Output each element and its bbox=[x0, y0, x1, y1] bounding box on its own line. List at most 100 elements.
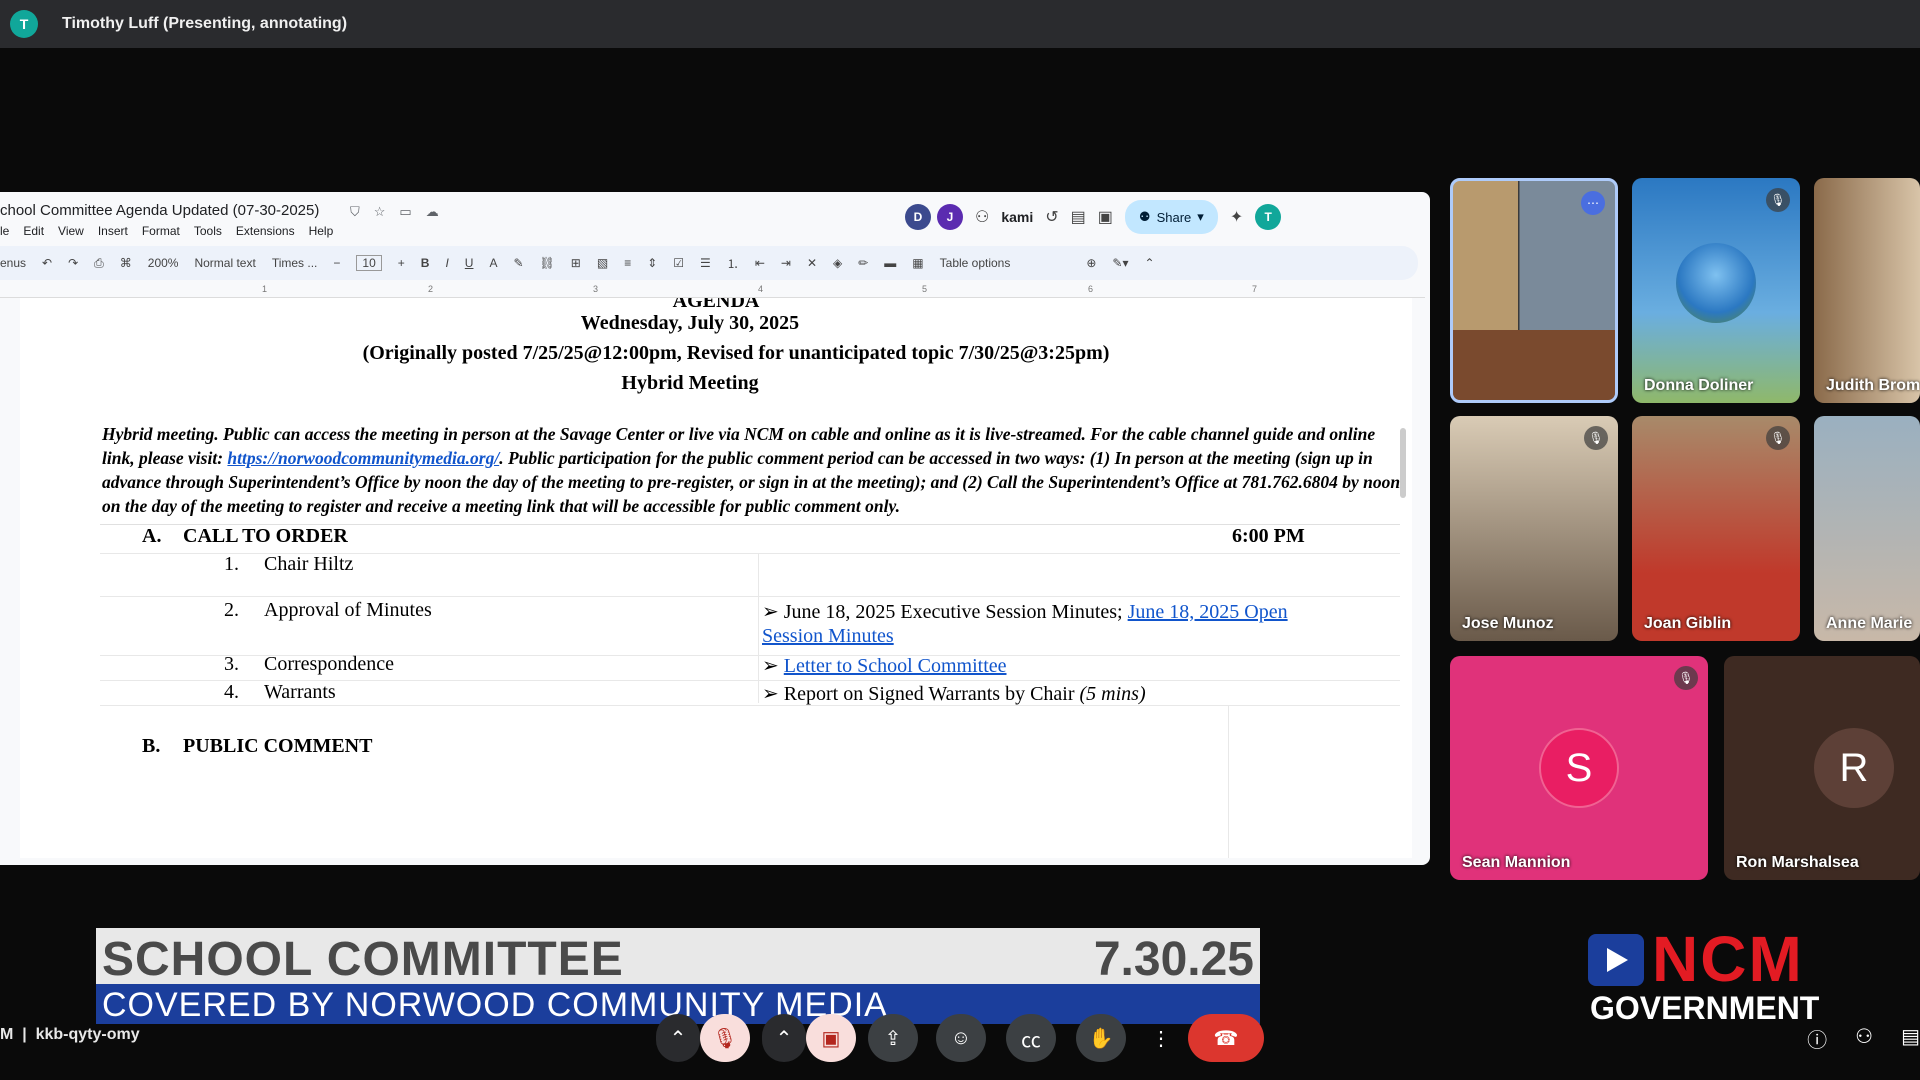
align-icon[interactable]: ≡ bbox=[624, 256, 631, 270]
video-icon[interactable]: ▣ bbox=[1098, 207, 1113, 227]
camera-off-button[interactable]: ▣ bbox=[806, 1014, 856, 1062]
underline-icon[interactable]: U bbox=[465, 256, 474, 270]
bullet-list-icon[interactable]: ☰ bbox=[700, 256, 711, 270]
emoji-button[interactable]: ☺ bbox=[936, 1014, 986, 1062]
present-button[interactable]: ⇪ bbox=[868, 1014, 918, 1062]
participant-tile-ron[interactable]: R Ron Marshalsea bbox=[1724, 656, 1920, 880]
letter-link[interactable]: Letter to School Committee bbox=[784, 655, 1007, 677]
menu-tools[interactable]: Tools bbox=[194, 224, 222, 238]
mic-options-chevron-icon[interactable]: ⌃ bbox=[656, 1014, 700, 1062]
meeting-type: Hybrid Meeting bbox=[621, 372, 759, 394]
participant-tile-room[interactable]: ⋯ bbox=[1450, 178, 1618, 403]
share-button[interactable]: ⚉ Share ▾ bbox=[1124, 200, 1218, 234]
share-label: Share bbox=[1156, 209, 1192, 225]
style-select[interactable]: Normal text bbox=[194, 256, 255, 270]
title-icons: ⛉ ☆ ▭ ☁ bbox=[350, 204, 439, 220]
highlight-icon[interactable]: ✎ bbox=[513, 256, 523, 270]
menu-file[interactable]: le bbox=[0, 224, 9, 238]
end-call-button[interactable]: ☎ bbox=[1188, 1014, 1264, 1062]
participant-tile-joan[interactable]: 🎙 Joan Giblin bbox=[1632, 416, 1800, 641]
participant-tile-donna[interactable]: 🎙 Donna Doliner bbox=[1632, 178, 1800, 403]
participant-tile-jose[interactable]: 🎙 Jose Munoz bbox=[1450, 416, 1618, 641]
gemini-icon[interactable]: ✦ bbox=[1230, 207, 1243, 227]
ruler-tick: 4 bbox=[758, 284, 764, 294]
captions-button[interactable]: ㏄ bbox=[1006, 1014, 1056, 1062]
participant-name: Donna Doliner bbox=[1644, 377, 1754, 394]
mic-off-icon: 🎙 bbox=[1766, 188, 1790, 212]
print-icon[interactable]: ⎙ bbox=[94, 256, 104, 271]
fill-color-icon[interactable]: ◈ bbox=[833, 256, 842, 270]
open-session-link[interactable]: June 18, 2025 Open bbox=[1128, 601, 1288, 623]
indent-increase-icon[interactable]: ⇥ bbox=[781, 256, 791, 270]
document-title[interactable]: chool Committee Agenda Updated (07-30-20… bbox=[0, 202, 319, 219]
people-icon[interactable]: ⚇ bbox=[975, 207, 989, 227]
font-select[interactable]: Times ... bbox=[272, 256, 318, 270]
menu-edit[interactable]: Edit bbox=[23, 224, 44, 238]
history-icon[interactable]: ↺ bbox=[1045, 207, 1058, 227]
item-label: Warrants bbox=[264, 681, 336, 703]
camera-options-chevron-icon[interactable]: ⌃ bbox=[762, 1014, 806, 1062]
raise-hand-button[interactable]: ✋ bbox=[1076, 1014, 1126, 1062]
bold-icon[interactable]: B bbox=[421, 256, 430, 270]
menu-extensions[interactable]: Extensions bbox=[236, 224, 295, 238]
participant-name: Sean Mannion bbox=[1462, 854, 1571, 871]
ncm-link[interactable]: https://norwoodcommunitymedia.org/ bbox=[227, 448, 499, 468]
meet-side-controls: ⓘ ⚇ ▤ bbox=[1807, 1024, 1920, 1053]
numbered-list-icon[interactable]: ⒈ bbox=[727, 255, 739, 272]
info-icon[interactable]: ⓘ bbox=[1807, 1024, 1827, 1053]
comment-icon[interactable]: ▤ bbox=[1071, 207, 1086, 227]
chevron-down-icon[interactable]: ▾ bbox=[1197, 209, 1204, 225]
more-options-icon[interactable]: ⋮ bbox=[1146, 1014, 1176, 1062]
italic-icon[interactable]: I bbox=[445, 256, 448, 270]
more-options-icon[interactable]: ⋯ bbox=[1581, 191, 1605, 215]
cloud-icon[interactable]: ☁ bbox=[426, 204, 439, 220]
table-options-button[interactable]: Table options bbox=[940, 256, 1011, 270]
mic-off-button[interactable]: 🎙 bbox=[700, 1014, 750, 1062]
paint-format-icon[interactable]: ⌘ bbox=[120, 256, 132, 270]
kami-extension[interactable]: kami bbox=[1001, 209, 1033, 225]
menu-help[interactable]: Help bbox=[309, 224, 334, 238]
participant-tile-judith[interactable]: Judith Brom bbox=[1814, 178, 1920, 403]
participant-tile-anne-marie[interactable]: Anne Marie bbox=[1814, 416, 1920, 641]
menu-insert[interactable]: Insert bbox=[98, 224, 128, 238]
table-divider bbox=[1228, 705, 1229, 858]
indent-decrease-icon[interactable]: ⇤ bbox=[755, 256, 765, 270]
participant-tile-sean[interactable]: S 🎙 Sean Mannion bbox=[1450, 656, 1708, 880]
people-icon[interactable]: ⚇ bbox=[1855, 1024, 1873, 1053]
collaborator-avatar[interactable]: J bbox=[937, 204, 963, 230]
user-avatar[interactable]: T bbox=[1255, 204, 1282, 230]
menus-search[interactable]: enus bbox=[0, 256, 26, 270]
text-color-icon[interactable]: A bbox=[489, 256, 497, 270]
document-scrollbar[interactable] bbox=[1400, 428, 1406, 498]
image-icon[interactable]: ▧ bbox=[597, 256, 608, 270]
folder-icon[interactable]: ▭ bbox=[399, 204, 411, 220]
editing-mode-icon[interactable]: ✎▾ bbox=[1112, 256, 1128, 270]
menu-view[interactable]: View bbox=[58, 224, 84, 238]
border-width-icon[interactable]: ▬ bbox=[884, 256, 896, 270]
line-spacing-icon[interactable]: ⇕ bbox=[647, 256, 657, 270]
checklist-icon[interactable]: ☑ bbox=[673, 256, 684, 270]
table-icon[interactable]: ▦ bbox=[912, 256, 923, 270]
menu-format[interactable]: Format bbox=[142, 224, 180, 238]
font-size-input[interactable]: 10 bbox=[356, 255, 382, 271]
room-table bbox=[1453, 330, 1615, 400]
clear-format-icon[interactable]: ✕ bbox=[807, 256, 817, 270]
font-decrease-icon[interactable]: − bbox=[333, 256, 340, 270]
document-page[interactable]: AGENDA Wednesday, July 30, 2025 (Origina… bbox=[20, 298, 1412, 858]
collapse-icon[interactable]: ⌃ bbox=[1145, 256, 1155, 270]
link-icon[interactable]: ⛓ bbox=[540, 256, 555, 270]
font-increase-icon[interactable]: + bbox=[398, 256, 405, 270]
undo-icon[interactable]: ↶ bbox=[42, 256, 52, 270]
redo-icon[interactable]: ↷ bbox=[68, 256, 78, 270]
participant-name: Anne Marie bbox=[1826, 615, 1913, 632]
open-session-link-cont[interactable]: Session Minutes bbox=[762, 625, 894, 648]
border-color-icon[interactable]: ✏ bbox=[858, 256, 868, 270]
add-icon[interactable]: ⊕ bbox=[1086, 256, 1096, 270]
chat-icon[interactable]: ▤ bbox=[1901, 1024, 1920, 1053]
zoom-select[interactable]: 200% bbox=[148, 256, 179, 270]
ruler-tick: 1 bbox=[262, 284, 268, 294]
tag-icon[interactable]: ⛉ bbox=[350, 204, 360, 220]
star-icon[interactable]: ☆ bbox=[374, 204, 386, 220]
collaborator-avatar[interactable]: D bbox=[905, 204, 931, 230]
insert-comment-icon[interactable]: ⊞ bbox=[571, 256, 581, 270]
